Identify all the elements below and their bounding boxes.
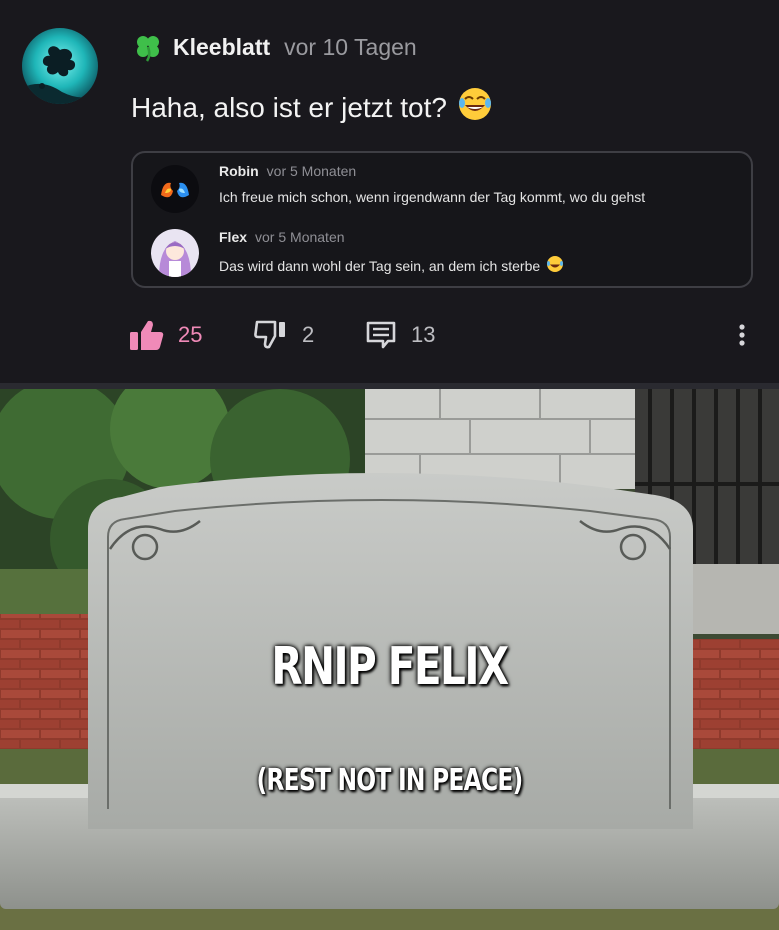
avatar[interactable] xyxy=(151,229,199,277)
quoted-timestamp: vor 5 Monaten xyxy=(255,229,345,245)
comment-body: Haha, also ist er jetzt tot? xyxy=(131,86,493,129)
quoted-text: Ich freue mich schon, wenn irgendwann de… xyxy=(219,189,646,205)
meme-subtitle: (REST NOT IN PEACE) xyxy=(256,763,524,798)
comment-timestamp: vor 10 Tagen xyxy=(284,33,417,60)
quoted-author[interactable]: Flex xyxy=(219,229,247,245)
thumbs-up-icon xyxy=(130,320,164,350)
quoted-text-row: Das wird dann wohl der Tag sein, an dem … xyxy=(219,255,564,276)
thumbs-down-icon xyxy=(254,320,285,349)
quoted-header: Robin vor 5 Monaten xyxy=(219,163,356,179)
reply-count: 13 xyxy=(411,322,436,347)
like-count: 25 xyxy=(178,322,203,347)
avatar[interactable] xyxy=(151,165,199,213)
dislike-count: 2 xyxy=(302,322,315,347)
comment-icon xyxy=(366,321,396,349)
quoted-timestamp: vor 5 Monaten xyxy=(266,163,357,179)
author-name[interactable]: Kleeblatt xyxy=(173,34,270,61)
clover-icon xyxy=(137,36,159,62)
reply-button[interactable]: 13 xyxy=(365,315,435,355)
comment-card: Kleeblatt vor 10 Tagen Haha, also ist er… xyxy=(0,0,779,383)
dislike-button[interactable]: 2 xyxy=(254,315,314,355)
laughing-tears-icon xyxy=(546,255,564,276)
quoted-header: Flex vor 5 Monaten xyxy=(219,229,345,245)
laughing-tears-icon xyxy=(457,86,493,129)
like-button[interactable]: 25 xyxy=(130,315,202,355)
quoted-thread: Robin vor 5 Monaten Ich freue mich schon,… xyxy=(131,151,753,288)
quoted-text: Das wird dann wohl der Tag sein, an dem … xyxy=(219,257,541,274)
tombstone-image: RNIP FELIX (REST NOT IN PEACE) xyxy=(0,389,779,930)
meme-title: RNIP FELIX xyxy=(271,637,509,697)
comment-header: Kleeblatt vor 10 Tagen xyxy=(133,30,417,64)
quoted-author[interactable]: Robin xyxy=(219,163,259,179)
comment-text: Haha, also ist er jetzt tot? xyxy=(131,91,447,123)
more-options-icon[interactable] xyxy=(734,319,750,356)
comment-actions: 25 2 13 xyxy=(130,315,750,355)
avatar[interactable] xyxy=(22,28,98,104)
